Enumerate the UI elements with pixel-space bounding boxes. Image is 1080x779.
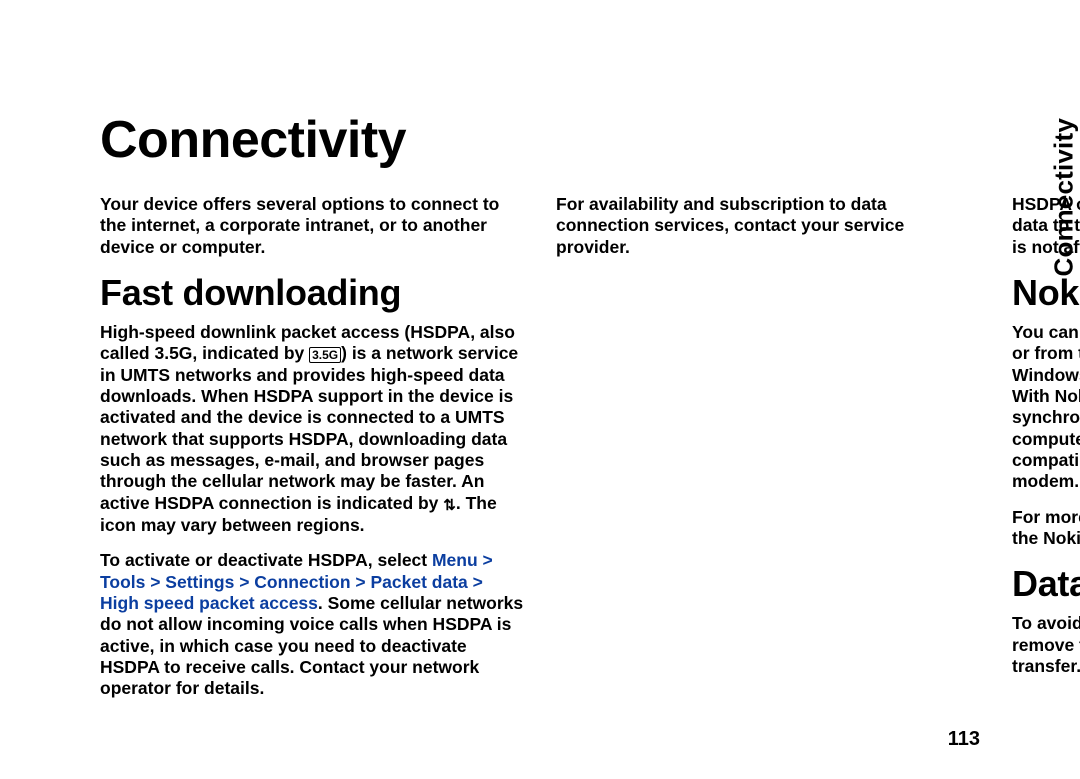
fast-paragraph-3: For availability and subscription to dat… — [556, 194, 980, 258]
text: ) is a network service in UMTS networks … — [100, 343, 518, 512]
intro-paragraph: Your device offers several options to co… — [100, 194, 524, 258]
text: To activate or deactivate HSDPA, select — [100, 550, 432, 570]
three-five-g-icon: 3.5G — [309, 347, 341, 363]
heading-fast-downloading: Fast downloading — [100, 272, 524, 314]
side-section-label: Connectivity — [1048, 118, 1079, 276]
fast-paragraph-2: To activate or deactivate HSDPA, select … — [100, 550, 524, 699]
pcsuite-paragraph-1: You can install Nokia PC Suite from the … — [1012, 322, 1080, 493]
heading-nokia-pc-suite: Nokia PC Suite — [1012, 272, 1080, 314]
manual-page: Connectivity Connectivity Your device of… — [0, 0, 1080, 779]
page-title: Connectivity — [100, 110, 980, 170]
heading-data-cable: Data cable — [1012, 563, 1080, 605]
page-number: 113 — [948, 728, 980, 751]
fast-paragraph-1: High-speed downlink packet access (HSDPA… — [100, 322, 524, 536]
pcsuite-paragraph-2: For more information about Nokia PC Suit… — [1012, 507, 1080, 550]
datacable-paragraph-1: To avoid damaging the memory card, do no… — [1012, 613, 1080, 677]
two-column-body: Your device offers several options to co… — [100, 194, 980, 724]
connection-icon: ⇅ — [443, 497, 456, 514]
